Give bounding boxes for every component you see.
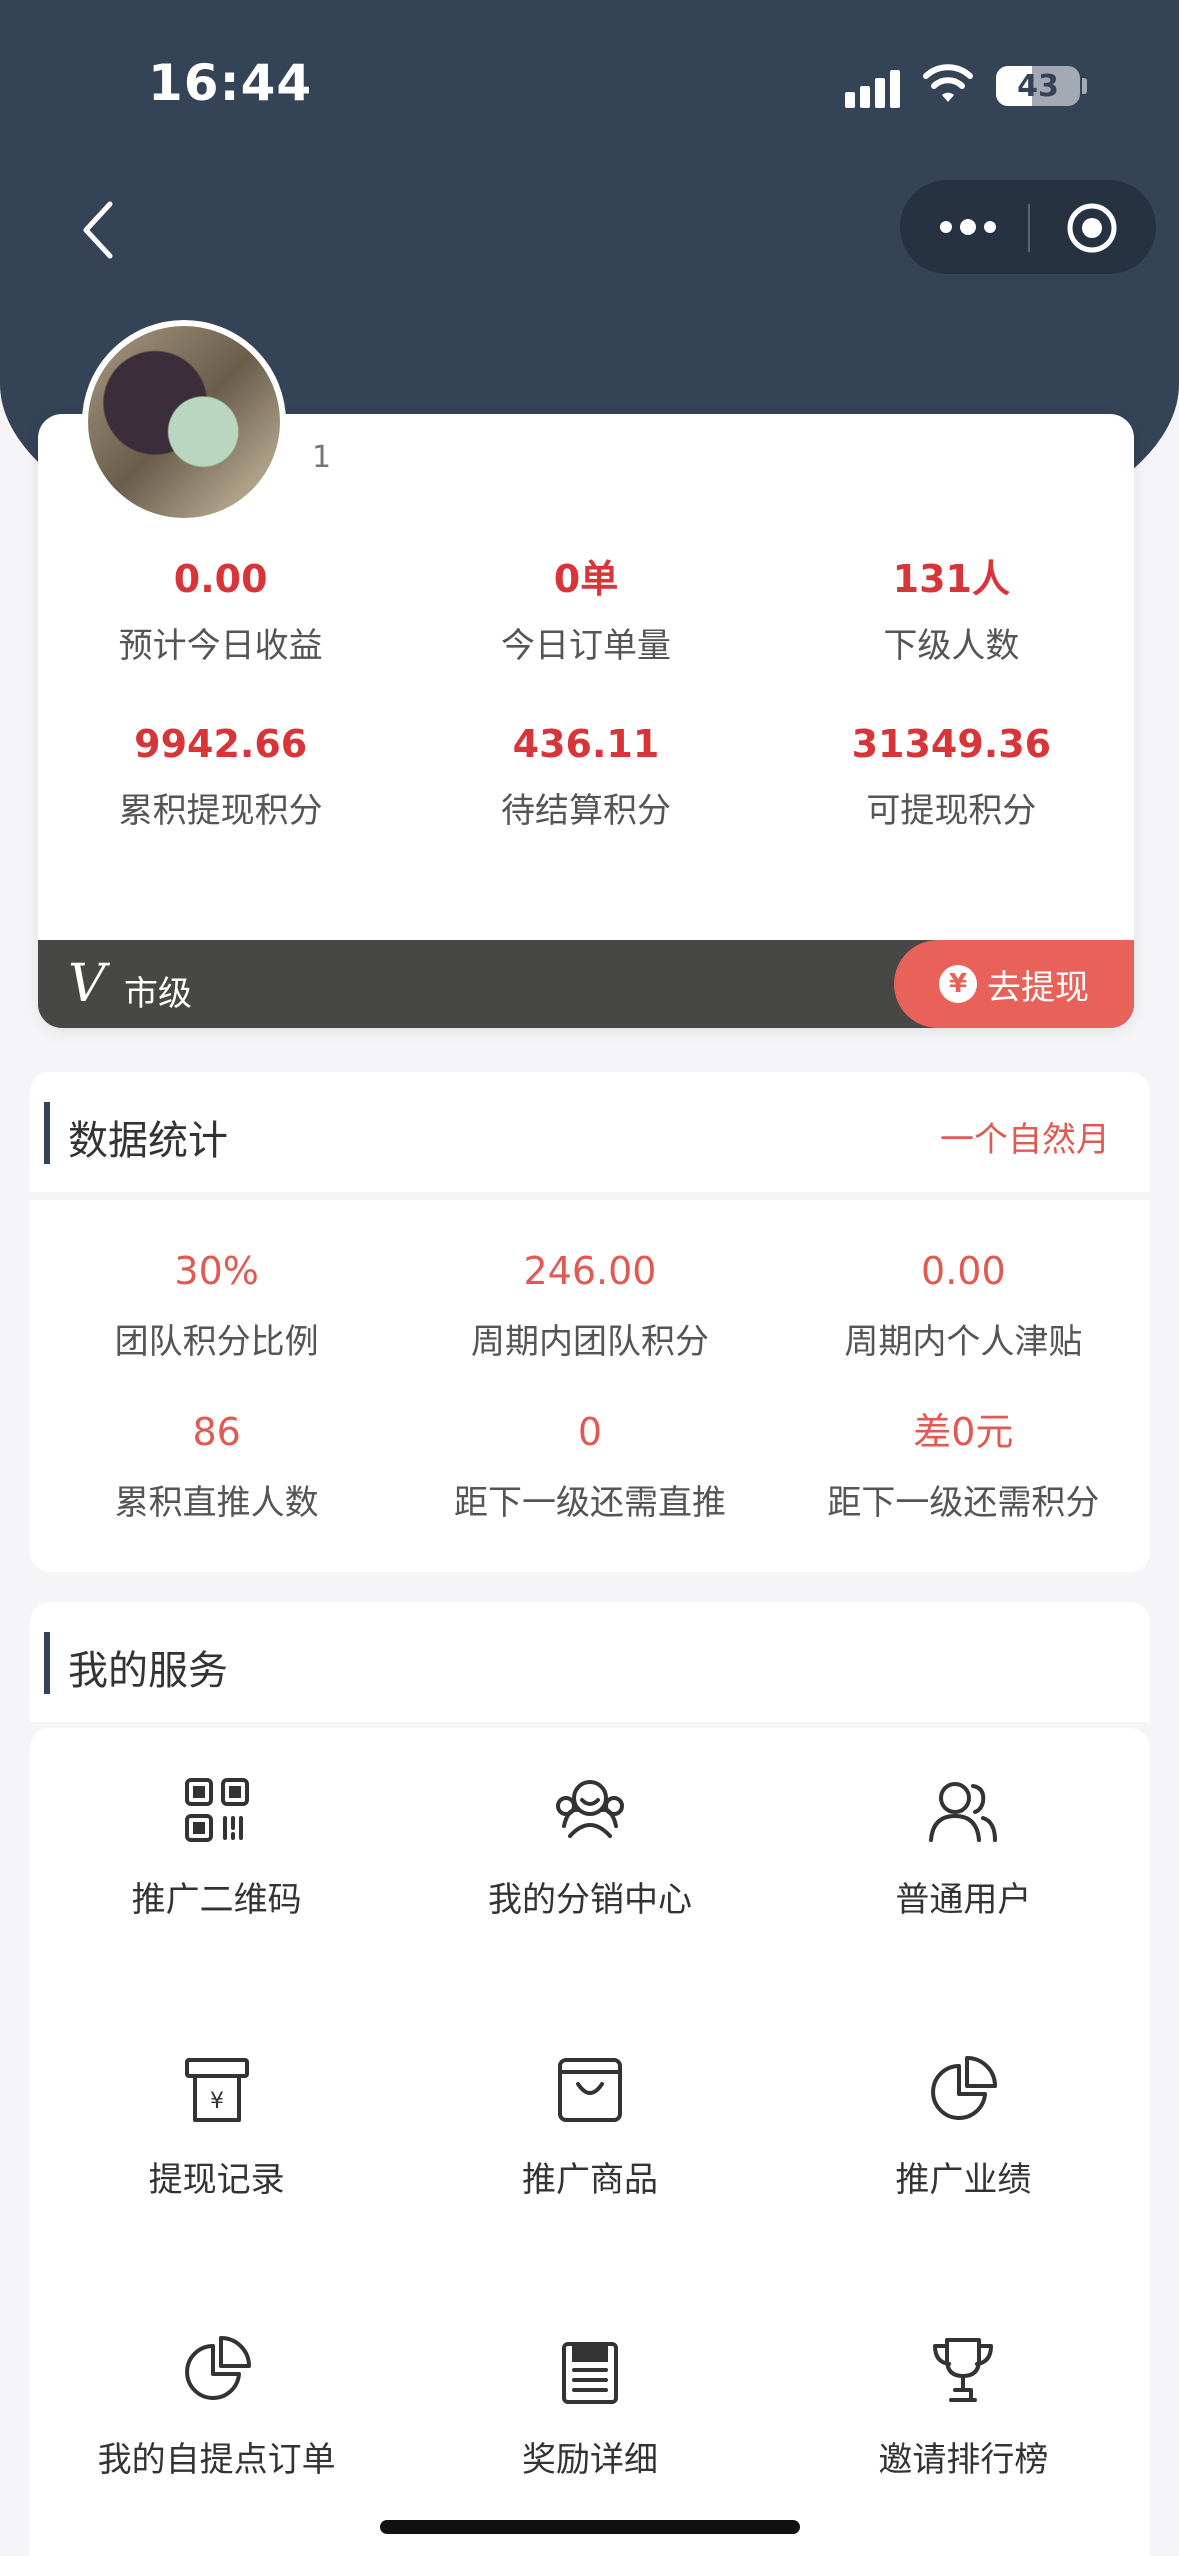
reward-icon xyxy=(561,2342,618,2404)
section-title: 我的服务 xyxy=(68,1648,228,1694)
status-bar: 16:44 43 xyxy=(0,0,1179,170)
home-indicator xyxy=(380,2520,800,2534)
stat-value: 31349.36 xyxy=(851,722,1052,766)
stat-label: 下级人数 xyxy=(883,626,1020,666)
section-title: 数据统计 xyxy=(68,1118,228,1164)
stat-value: 0单 xyxy=(553,557,619,601)
stat-label: 预计今日收益 xyxy=(118,626,323,666)
service-label: 奖励详细 xyxy=(521,2440,658,2480)
service-promo-products[interactable]: 推广商品 xyxy=(403,2050,776,2330)
level-bar: V 市级 ¥ 去提现 xyxy=(38,940,1134,1028)
stat-value: 9942.66 xyxy=(134,722,308,766)
data-value: 30% xyxy=(174,1249,259,1293)
vip-icon: V xyxy=(68,954,106,1014)
data-value: 0 xyxy=(577,1410,603,1454)
stat-today-orders[interactable]: 0单 今日订单量 xyxy=(403,554,768,667)
data-item: 86 累积直推人数 xyxy=(30,1407,403,1524)
battery-level: 43 xyxy=(1017,68,1059,104)
data-value: 0.00 xyxy=(921,1249,1006,1293)
team-icon xyxy=(555,1780,624,1838)
data-stats-panel: 30% 团队积分比例 246.00 周期内团队积分 0.00 周期内个人津贴 8… xyxy=(30,1200,1150,1572)
section-accent-bar xyxy=(44,1102,50,1164)
stat-today-earnings[interactable]: 0.00 预计今日收益 xyxy=(38,554,403,667)
service-label: 我的分销中心 xyxy=(487,1880,692,1920)
level-label: 市级 xyxy=(124,974,192,1014)
service-label: 我的自提点订单 xyxy=(97,2440,336,2480)
pie-chart-icon xyxy=(931,2056,998,2120)
stat-total-withdrawn[interactable]: 9942.66 累积提现积分 xyxy=(38,719,403,832)
wifi-icon xyxy=(923,64,973,102)
data-label: 距下一级还需积分 xyxy=(827,1483,1100,1523)
users-icon xyxy=(929,1782,998,1842)
service-distribution-center[interactable]: 我的分销中心 xyxy=(403,1770,776,2050)
service-label: 邀请排行榜 xyxy=(878,2440,1049,2480)
battery-icon: 43 xyxy=(996,66,1080,106)
stat-withdrawable[interactable]: 31349.36 可提现积分 xyxy=(769,719,1134,832)
target-icon[interactable] xyxy=(1066,202,1118,254)
service-qr-code[interactable]: 推广二维码 xyxy=(30,1770,403,2050)
stat-pending[interactable]: 436.11 待结算积分 xyxy=(403,719,768,832)
more-dots-icon[interactable] xyxy=(936,212,1000,242)
stat-label: 待结算积分 xyxy=(500,791,671,831)
battery-tip xyxy=(1082,78,1087,94)
data-label: 距下一级还需直推 xyxy=(453,1483,726,1523)
back-icon[interactable] xyxy=(70,190,130,270)
period-selector[interactable]: 一个自然月 xyxy=(940,1112,1110,1161)
mini-program-capsule xyxy=(900,180,1156,274)
data-item: 246.00 周期内团队积分 xyxy=(403,1246,776,1363)
data-label: 累积直推人数 xyxy=(114,1483,319,1523)
service-label: 推广业绩 xyxy=(895,2160,1032,2200)
data-label: 团队积分比例 xyxy=(114,1322,319,1362)
status-time: 16:44 xyxy=(148,54,313,112)
data-stats-header: 数据统计 一个自然月 xyxy=(30,1072,1150,1192)
service-pickup-orders[interactable]: 我的自提点订单 xyxy=(30,2330,403,2556)
trophy-icon xyxy=(933,2338,994,2402)
service-label: 推广二维码 xyxy=(131,1880,302,1920)
data-value: 246.00 xyxy=(523,1249,657,1293)
service-promo-performance[interactable]: 推广业绩 xyxy=(777,2050,1150,2330)
service-label: 普通用户 xyxy=(895,1880,1032,1920)
service-invite-ranking[interactable]: 邀请排行榜 xyxy=(777,2330,1150,2556)
withdraw-record-icon: ¥ xyxy=(184,2058,249,2122)
service-withdraw-records[interactable]: ¥ 提现记录 xyxy=(30,2050,403,2330)
section-accent-bar xyxy=(44,1632,50,1694)
avatar[interactable] xyxy=(82,320,286,524)
stat-value: 0.00 xyxy=(173,557,268,601)
stat-label: 累积提现积分 xyxy=(118,791,323,831)
stat-label: 可提现积分 xyxy=(866,791,1037,831)
stat-label: 今日订单量 xyxy=(500,626,671,666)
pie-chart-icon xyxy=(184,2336,251,2400)
services-grid: 推广二维码 我的分销中心 普通用户 ¥ 提现记录 推广商品 推广业绩 我的自提点… xyxy=(30,1728,1150,2556)
service-label: 提现记录 xyxy=(148,2160,285,2200)
shopping-bag-icon xyxy=(557,2058,622,2122)
data-label: 周期内团队积分 xyxy=(470,1322,709,1362)
qr-code-icon xyxy=(184,1778,249,1842)
service-normal-users[interactable]: 普通用户 xyxy=(777,1770,1150,2050)
data-item: 0.00 周期内个人津贴 xyxy=(777,1246,1150,1363)
svg-text:¥: ¥ xyxy=(210,2089,224,2114)
data-item: 30% 团队积分比例 xyxy=(30,1246,403,1363)
withdraw-label: 去提现 xyxy=(987,967,1089,1008)
withdraw-button[interactable]: ¥ 去提现 xyxy=(894,940,1134,1028)
stat-value: 436.11 xyxy=(512,722,660,766)
services-header: 我的服务 xyxy=(30,1602,1150,1722)
capsule-divider xyxy=(1028,204,1030,252)
stat-subordinates[interactable]: 131人 下级人数 xyxy=(769,554,1134,667)
data-label: 周期内个人津贴 xyxy=(844,1322,1083,1362)
profile-stats: 0.00 预计今日收益 0单 今日订单量 131人 下级人数 9942.66 累… xyxy=(38,554,1134,832)
cellular-signal-icon xyxy=(845,66,907,108)
yen-icon: ¥ xyxy=(939,965,977,1003)
data-value: 差0元 xyxy=(913,1410,1014,1454)
data-value: 86 xyxy=(192,1410,241,1454)
service-label: 推广商品 xyxy=(521,2160,658,2200)
stat-value: 131人 xyxy=(892,557,1010,601)
data-item: 差0元 距下一级还需积分 xyxy=(777,1407,1150,1524)
username: 1 xyxy=(312,440,332,475)
data-item: 0 距下一级还需直推 xyxy=(403,1407,776,1524)
